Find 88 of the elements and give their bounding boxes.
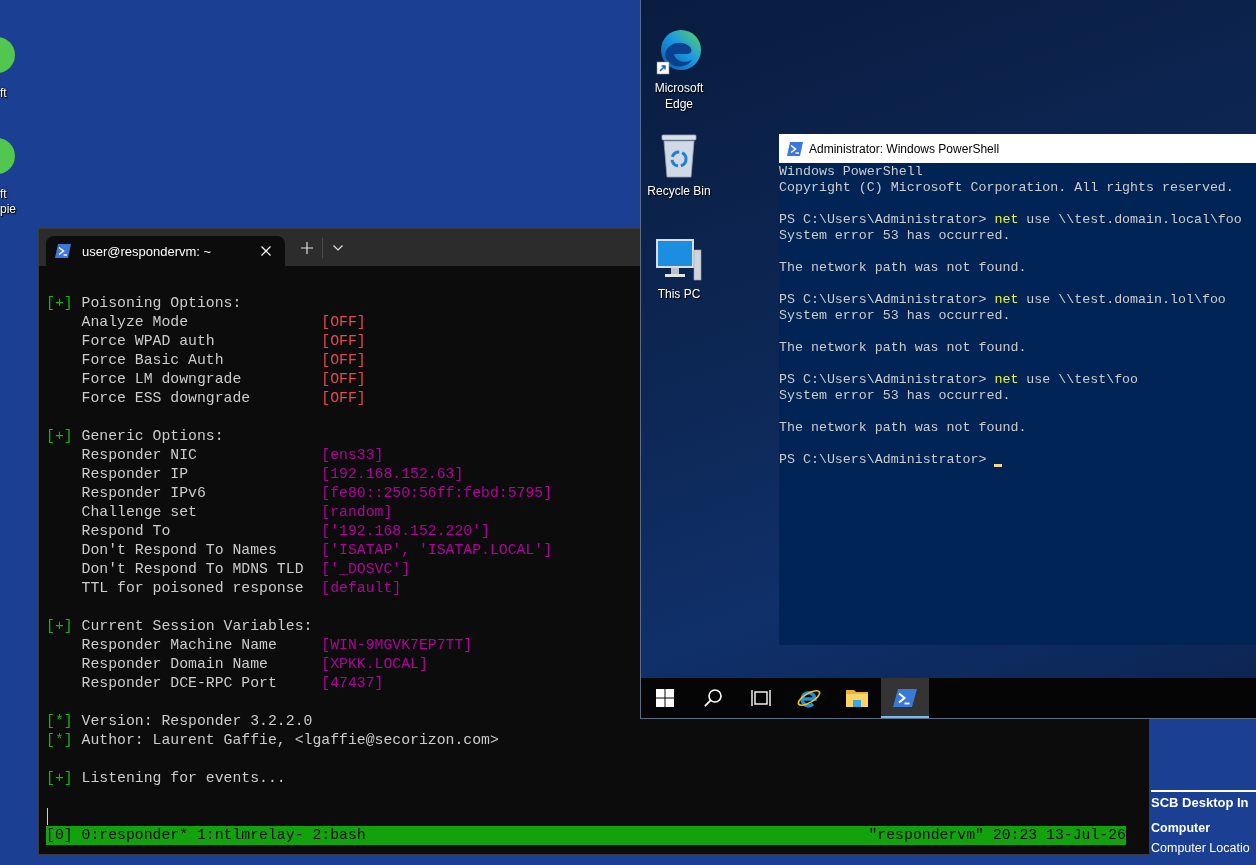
option-value: [XPKK.LOCAL] xyxy=(321,655,428,674)
command-text: net xyxy=(994,372,1019,388)
prompt-text: PS C:\Users\Administrator> xyxy=(779,372,987,388)
status-marker: [+] xyxy=(46,769,73,788)
option-value: [192.168.152.63] xyxy=(321,465,464,484)
taskbar-button[interactable] xyxy=(881,678,929,718)
option-label: Responder IP xyxy=(81,465,190,484)
option-label: Respond To xyxy=(81,522,172,541)
search-icon xyxy=(704,689,722,707)
console-text: Current Session Variables: xyxy=(81,617,313,636)
terminal-tab[interactable]: user@respondervm: ~ xyxy=(46,236,285,266)
option-value: [random] xyxy=(321,503,393,522)
window-list-text: [0] 0:responder* 1:ntlmrelay- 2:bash xyxy=(46,826,366,845)
desktop-icon-label: This PC xyxy=(657,286,701,302)
command-arguments: use \\test\foo xyxy=(1026,372,1139,388)
status-clock-text: "respondervm" 20:23 13-Jul-26 xyxy=(868,826,1126,845)
desktop-icon-label: Microsoft Edge xyxy=(653,80,705,112)
option-label: Don't Respond To MDNS TLD xyxy=(81,560,305,579)
folder-icon xyxy=(845,688,869,708)
option-value: [OFF] xyxy=(321,332,366,351)
info-panel-title: SCB Desktop In xyxy=(1151,794,1249,812)
option-value: ['_DOSVC'] xyxy=(321,560,411,579)
console-text: Version: Responder 3.2.2.0 xyxy=(81,712,313,731)
option-label: Responder Machine Name xyxy=(81,636,278,655)
prompt-text: PS C:\Users\Administrator> xyxy=(779,292,987,308)
prompt-text: PS C:\Users\Administrator> xyxy=(779,212,987,228)
option-label: Force ESS downgrade xyxy=(81,389,252,408)
info-section-heading: Computer xyxy=(1151,820,1211,836)
chevron-down-icon[interactable] xyxy=(333,244,343,251)
info-field-label: Computer Locatio xyxy=(1151,840,1250,856)
status-marker: [*] xyxy=(46,731,73,750)
browser-swirl-icon[interactable] xyxy=(655,28,703,76)
option-value: [OFF] xyxy=(321,389,366,408)
terminal-prompt-icon xyxy=(787,140,803,157)
command-arguments: use \\test.domain.lol\foo xyxy=(1026,292,1226,308)
console-output: System error 53 has occurred. xyxy=(779,308,1011,324)
desktop-icon-label: ft xyxy=(0,86,7,101)
console-output: The network path was not found. xyxy=(779,420,1027,436)
option-value: [OFF] xyxy=(321,313,366,332)
console-text: Listening for events... xyxy=(81,769,286,788)
command-text: net xyxy=(994,292,1019,308)
console-output: The network path was not found. xyxy=(779,340,1027,356)
status-marker: [+] xyxy=(46,427,73,446)
console-output: Copyright (C) Microsoft Corporation. All rights reserved. xyxy=(779,180,1234,196)
trash-bin-icon[interactable] xyxy=(659,133,699,179)
console-output: Windows PowerShell xyxy=(779,164,923,180)
option-label: TTL for poisoned response xyxy=(81,579,305,598)
option-value: [OFF] xyxy=(321,370,366,389)
close-icon[interactable] xyxy=(261,246,271,256)
terminal-prompt-icon xyxy=(893,688,917,708)
terminal-prompt-icon xyxy=(55,243,71,259)
status-marker: [+] xyxy=(46,294,73,313)
option-value: [47437] xyxy=(321,674,384,693)
option-label: Responder IPv6 xyxy=(81,484,207,503)
option-value: [WIN-9MGVK7EP7TT] xyxy=(321,636,473,655)
option-label: Analyze Mode xyxy=(81,313,190,332)
option-label: Force LM downgrade xyxy=(81,370,243,389)
option-label: Responder NIC xyxy=(81,446,198,465)
option-label: Responder Domain Name xyxy=(81,655,269,674)
status-marker: [*] xyxy=(46,712,73,731)
console-output: System error 53 has occurred. xyxy=(779,228,1011,244)
option-label: Challenge set xyxy=(81,503,198,522)
console-text: Generic Options: xyxy=(81,427,224,446)
option-value: ['192.168.152.220'] xyxy=(321,522,490,541)
option-value: [default] xyxy=(321,579,402,598)
console-output: The network path was not found. xyxy=(779,260,1027,276)
command-text: net xyxy=(994,212,1019,228)
console-output: System error 53 has occurred. xyxy=(779,388,1011,404)
desktop-icon-label: Recycle Bin xyxy=(647,183,711,199)
option-value: [OFF] xyxy=(321,351,366,370)
desktop-icon-label: ft pie xyxy=(0,187,16,217)
plus-icon[interactable] xyxy=(301,241,313,254)
option-value: [fe80::250:56ff:febd:5795] xyxy=(321,484,553,503)
monitor-icon[interactable] xyxy=(656,238,702,282)
window-title: Administrator: Windows PowerShell xyxy=(809,141,1000,156)
option-label: Don't Respond To Names xyxy=(81,541,278,560)
option-label: Responder DCE-RPC Port xyxy=(81,674,278,693)
command-arguments: use \\test.domain.local\foo xyxy=(1026,212,1242,228)
stacked-windows-icon xyxy=(751,689,771,707)
option-label: Force Basic Auth xyxy=(81,351,225,370)
four-tiles-icon xyxy=(656,689,674,707)
status-marker: [+] xyxy=(46,617,73,636)
option-value: ['ISATAP', 'ISATAP.LOCAL'] xyxy=(321,541,553,560)
prompt-text: PS C:\Users\Administrator> xyxy=(779,452,987,468)
option-value: [ens33] xyxy=(321,446,384,465)
option-label: Force WPAD auth xyxy=(81,332,216,351)
console-text: Author: Laurent Gaffie, <lgaffie@secorizon.com> xyxy=(81,731,499,750)
console-text: Poisoning Options: xyxy=(81,294,242,313)
